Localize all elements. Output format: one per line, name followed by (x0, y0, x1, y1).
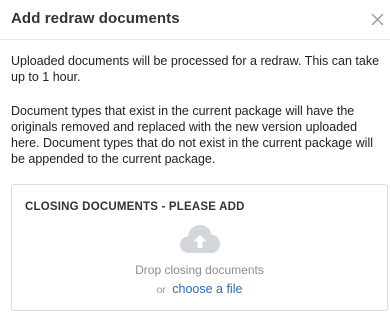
or-label: or (156, 284, 166, 296)
replacement-note: Document types that exist in the current… (11, 104, 373, 166)
drop-instructions: Drop closing documents (135, 263, 264, 277)
cloud-upload-icon (180, 225, 220, 253)
dialog-header: Add redraw documents (0, 0, 390, 40)
choose-file-link[interactable]: choose a file (172, 282, 242, 296)
dialog-title: Add redraw documents (11, 10, 180, 27)
dropzone-title: CLOSING DOCUMENTS - PLEASE ADD (25, 201, 245, 213)
add-redraw-dialog: Add redraw documents Uploaded documents … (0, 0, 390, 318)
choose-file-row: or choose a file (12, 282, 387, 296)
close-icon[interactable] (371, 13, 384, 26)
processing-note: Uploaded documents will be processed for… (11, 54, 380, 84)
closing-documents-dropzone[interactable]: CLOSING DOCUMENTS - PLEASE ADD Drop clos… (11, 184, 388, 311)
